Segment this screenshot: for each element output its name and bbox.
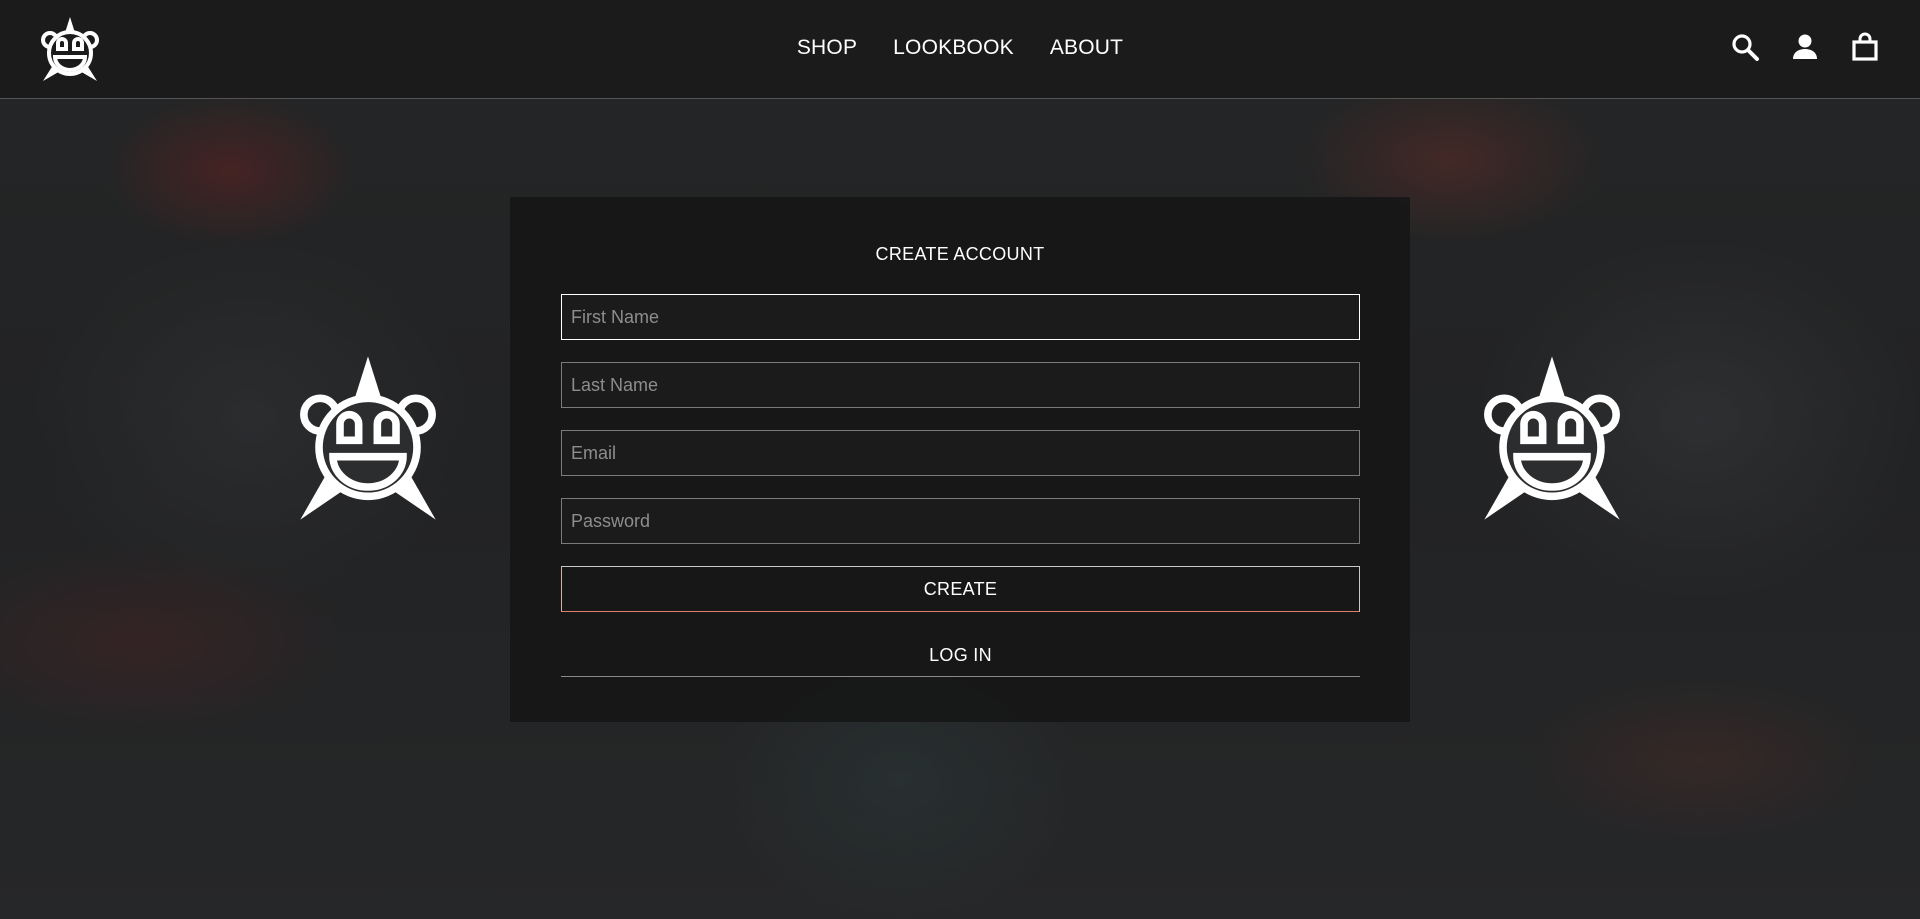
nav-shop[interactable]: SHOP	[797, 36, 857, 60]
login-link[interactable]: LOG IN	[561, 634, 1360, 677]
brand-logo[interactable]	[40, 14, 100, 84]
form-title: CREATE ACCOUNT	[875, 244, 1045, 264]
search-icon[interactable]	[1730, 32, 1760, 62]
password-field[interactable]	[561, 498, 1360, 544]
decorative-logo-right	[1482, 354, 1622, 522]
create-button[interactable]: CREATE	[561, 566, 1360, 612]
header-icons	[1730, 32, 1880, 62]
site-header: SHOP LOOKBOOK ABOUT	[0, 0, 1920, 99]
nav-lookbook[interactable]: LOOKBOOK	[893, 36, 1014, 60]
last-name-field[interactable]	[561, 362, 1360, 408]
nav-about[interactable]: ABOUT	[1050, 36, 1123, 60]
account-icon[interactable]	[1790, 32, 1820, 62]
create-account-card: CREATE ACCOUNT CREATE LOG IN	[510, 197, 1410, 722]
email-field[interactable]	[561, 430, 1360, 476]
decorative-logo-left	[298, 354, 438, 522]
first-name-field[interactable]	[561, 294, 1360, 340]
brand-logo-icon	[41, 17, 99, 81]
main-nav: SHOP LOOKBOOK ABOUT	[0, 0, 1920, 96]
cart-icon[interactable]	[1850, 32, 1880, 62]
page: SHOP LOOKBOOK ABOUT CREATE ACCOUNT First…	[0, 0, 1920, 919]
